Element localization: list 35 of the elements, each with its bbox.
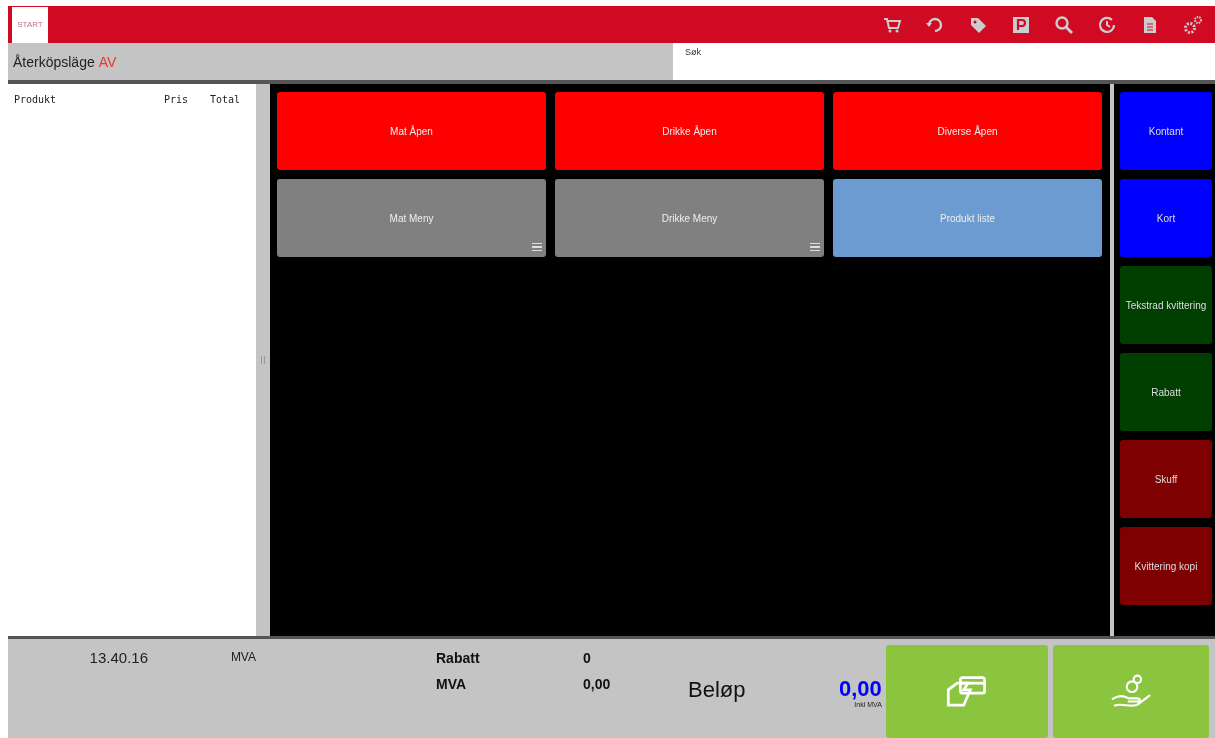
tax-label: MVA	[229, 649, 256, 664]
logo[interactable]: START	[12, 6, 48, 43]
summary-label: Rabatt	[436, 650, 481, 666]
card-in-hand-icon	[944, 673, 989, 710]
coins-in-hand-icon	[1108, 673, 1153, 710]
function-button[interactable]: Rabatt	[1120, 353, 1212, 431]
buyback-mode-label[interactable]: Återköpsläge AV	[8, 43, 673, 80]
parking-icon[interactable]	[1011, 14, 1031, 35]
search-icon[interactable]	[1054, 14, 1074, 35]
summary-label: MVA	[436, 676, 468, 692]
product-button[interactable]: Mat Åpen	[277, 92, 546, 170]
function-button[interactable]: Kort	[1120, 179, 1212, 257]
function-button[interactable]: Kontant	[1120, 92, 1212, 170]
clock-time: 13.40.16	[88, 648, 148, 666]
menu-icon	[810, 242, 820, 251]
amount-label: Beløp	[688, 676, 747, 703]
card-payment-button[interactable]	[885, 645, 1048, 738]
column-header: Total	[210, 94, 241, 105]
product-button[interactable]: Diverse Åpen	[833, 92, 1102, 170]
summary-value: 0	[583, 650, 592, 666]
function-button[interactable]: Tekstrad kvittering	[1120, 266, 1212, 344]
splitter-handle[interactable]	[256, 84, 270, 636]
product-button[interactable]: Mat Meny	[277, 179, 546, 257]
column-header: Produkt	[14, 94, 58, 105]
amount-value: 0,00	[839, 677, 882, 701]
product-button[interactable]: Drikke Åpen	[555, 92, 824, 170]
menu-icon	[532, 242, 542, 251]
mode-state: AV	[98, 53, 117, 70]
column-header: Pris	[164, 94, 190, 105]
summary-value: 0,00	[583, 676, 612, 692]
function-button[interactable]: Skuff	[1120, 440, 1212, 518]
clock-icon[interactable]	[1097, 14, 1117, 35]
function-button[interactable]: Kvittering kopi	[1120, 527, 1212, 605]
settings-icon[interactable]	[1183, 14, 1203, 35]
product-button[interactable]: Drikke Meny	[555, 179, 824, 257]
